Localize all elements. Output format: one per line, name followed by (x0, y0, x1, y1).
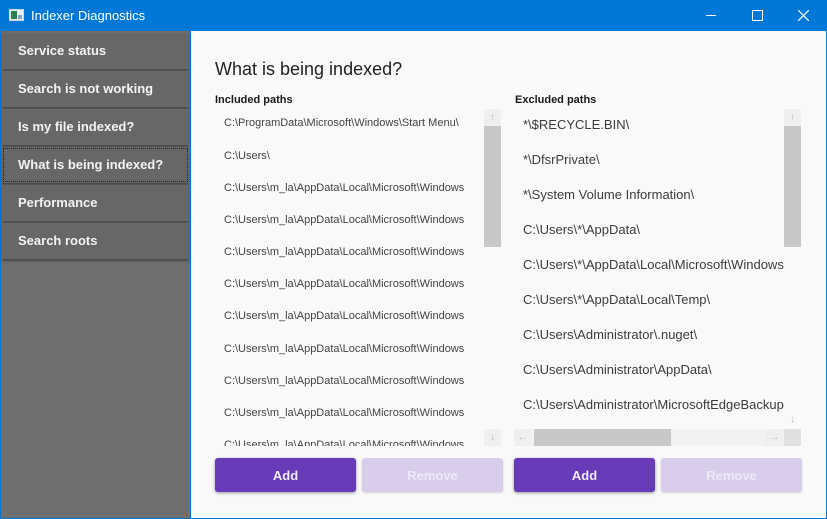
included-vertical-scrollbar[interactable]: ↑ ↓ (484, 109, 501, 446)
list-item[interactable]: C:\Users\m_la\AppData\Local\Microsoft\Wi… (224, 310, 479, 322)
sidebar-item-search-not-working[interactable]: Search is not working (2, 71, 189, 107)
excluded-horizontal-scrollbar[interactable]: ← → (514, 429, 784, 446)
included-paths-list[interactable]: C:\ProgramData\Microsoft\Windows\Start M… (215, 109, 503, 446)
list-item[interactable]: C:\Users\*\AppData\Local\Temp\ (523, 292, 784, 307)
list-item[interactable]: C:\Users\m_la\AppData\Local\Microsoft\Wi… (224, 214, 479, 226)
scrollbar-thumb[interactable] (784, 126, 801, 247)
page-title: What is being indexed? (215, 59, 403, 79)
scrollbar-corner (784, 429, 801, 446)
list-item[interactable]: C:\Users\*\AppData\ (523, 222, 784, 237)
scroll-down-icon[interactable]: ↓ (784, 411, 801, 428)
minimize-button[interactable] (688, 0, 734, 31)
list-item[interactable]: C:\Users\m_la\AppData\Local\Microsoft\Wi… (224, 246, 479, 258)
excluded-paths-list[interactable]: *\$RECYCLE.BIN\ *\DfsrPrivate\ *\System … (514, 109, 802, 446)
scroll-left-icon[interactable]: ← (514, 429, 531, 446)
list-item[interactable]: C:\Users\m_la\AppData\Local\Microsoft\Wi… (224, 439, 479, 446)
list-item[interactable]: C:\Users\Administrator\AppData\ (523, 362, 784, 377)
scrollbar-thumb[interactable] (534, 429, 671, 446)
sidebar: Service status Search is not working Is … (1, 31, 190, 518)
app-icon (9, 9, 24, 21)
scroll-up-icon[interactable]: ↑ (784, 109, 801, 126)
sidebar-item-service-status[interactable]: Service status (2, 33, 189, 69)
close-button[interactable] (780, 0, 826, 31)
sidebar-item-is-my-file-indexed[interactable]: Is my file indexed? (2, 109, 189, 145)
included-paths-label: Included paths (215, 94, 293, 106)
add-excluded-path-button[interactable]: Add (514, 458, 655, 492)
list-item[interactable]: C:\Users\m_la\AppData\Local\Microsoft\Wi… (224, 278, 479, 290)
list-item[interactable]: *\$RECYCLE.BIN\ (523, 117, 784, 132)
list-item[interactable]: C:\Users\ (224, 150, 479, 162)
list-item[interactable]: C:\Users\Administrator\MicrosoftEdgeBack… (523, 397, 784, 412)
maximize-icon (751, 10, 763, 21)
list-item[interactable]: *\DfsrPrivate\ (523, 152, 784, 167)
close-icon (797, 10, 809, 21)
window-title: Indexer Diagnostics (31, 8, 146, 23)
scrollbar-thumb[interactable] (484, 126, 501, 247)
sidebar-item-performance[interactable]: Performance (2, 185, 189, 221)
minimize-icon (706, 15, 716, 16)
remove-excluded-path-button[interactable]: Remove (661, 458, 802, 492)
add-included-path-button[interactable]: Add (215, 458, 356, 492)
remove-included-path-button[interactable]: Remove (362, 458, 503, 492)
sidebar-item-search-roots[interactable]: Search roots (2, 223, 189, 259)
maximize-button[interactable] (734, 0, 780, 31)
list-item[interactable]: C:\ProgramData\Microsoft\Windows\Start M… (224, 117, 479, 129)
list-item[interactable]: C:\Users\m_la\AppData\Local\Microsoft\Wi… (224, 407, 479, 419)
list-item[interactable]: *\System Volume Information\ (523, 187, 784, 202)
list-item[interactable]: C:\Users\m_la\AppData\Local\Microsoft\Wi… (224, 343, 479, 355)
scroll-up-icon[interactable]: ↑ (484, 109, 501, 126)
title-bar: Indexer Diagnostics (0, 0, 827, 31)
list-item[interactable]: C:\Users\Administrator\.nuget\ (523, 327, 784, 342)
excluded-paths-label: Excluded paths (515, 94, 597, 106)
list-item[interactable]: C:\Users\m_la\AppData\Local\Microsoft\Wi… (224, 375, 479, 387)
main-panel: What is being indexed? Included paths C:… (191, 31, 826, 518)
list-item[interactable]: C:\Users\*\AppData\Local\Microsoft\Windo… (523, 257, 784, 272)
excluded-vertical-scrollbar[interactable]: ↑ ↓ (784, 109, 801, 429)
sidebar-item-what-is-being-indexed[interactable]: What is being indexed? (2, 147, 189, 183)
scroll-down-icon[interactable]: ↓ (484, 429, 501, 446)
scroll-right-icon[interactable]: → (766, 429, 783, 446)
list-item[interactable]: C:\Users\m_la\AppData\Local\Microsoft\Wi… (224, 182, 479, 194)
